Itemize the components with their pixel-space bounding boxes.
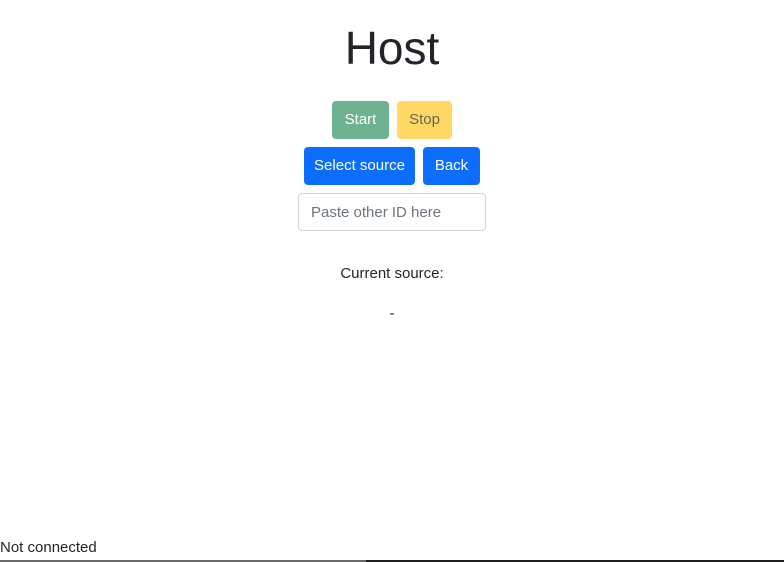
current-source-label: Current source: [340, 265, 444, 282]
start-button[interactable]: Start [332, 101, 389, 139]
peer-id-input[interactable] [298, 193, 486, 231]
page-title: Host [344, 22, 440, 74]
connection-status: Not connected [0, 539, 97, 556]
select-source-button[interactable]: Select source [304, 147, 415, 185]
back-button[interactable]: Back [423, 147, 480, 185]
current-source-value: - [389, 305, 395, 322]
host-page: Host Start Stop Select source Back Curre… [0, 0, 784, 562]
stop-button[interactable]: Stop [397, 101, 452, 139]
